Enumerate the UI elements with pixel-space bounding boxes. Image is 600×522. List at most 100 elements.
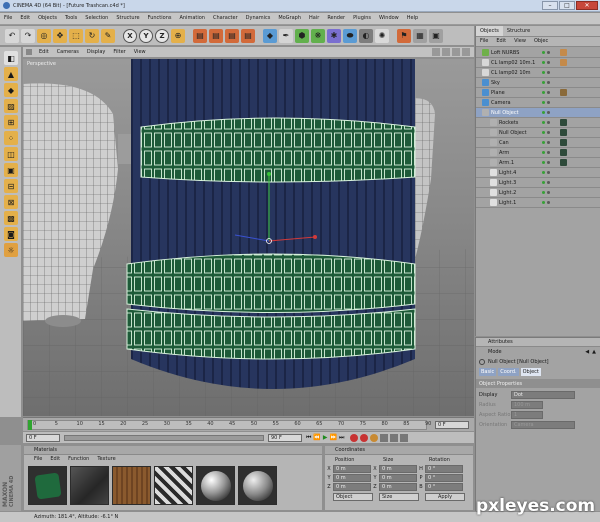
tab-objects[interactable]: Objects — [476, 26, 503, 36]
prop-radius-field[interactable]: 100 m — [511, 401, 543, 409]
material-swatch-dark-metal[interactable] — [70, 466, 109, 505]
pen-spline-icon[interactable]: ✒ — [279, 28, 293, 43]
material-swatch-silver-sphere[interactable] — [238, 466, 277, 505]
keyframe-selection-icon[interactable] — [370, 433, 379, 442]
render-settings-icon[interactable]: ▤ — [225, 28, 239, 43]
start-frame-field[interactable]: 0 F — [26, 433, 60, 442]
material-tag-icon[interactable] — [560, 199, 567, 206]
material-tag-icon[interactable] — [560, 169, 567, 176]
object-list-item[interactable]: Can — [476, 138, 600, 148]
visibility-toggles[interactable] — [542, 51, 550, 54]
material-tag-icon[interactable] — [560, 79, 567, 86]
polygons-tool-icon[interactable]: ▣ — [4, 163, 18, 177]
material-tag-icon[interactable] — [560, 189, 567, 196]
visibility-toggles[interactable] — [542, 111, 550, 114]
menu-plugins[interactable]: Plugins — [349, 13, 375, 24]
menu-structure[interactable]: Structure — [112, 13, 143, 24]
object-tool-icon[interactable]: ◆ — [4, 83, 18, 97]
light-icon[interactable]: ✺ — [375, 28, 389, 43]
material-tag-icon[interactable] — [560, 129, 567, 136]
materials-menu-function[interactable]: Function — [64, 455, 93, 464]
prev-key-icon[interactable]: ⏪ — [313, 434, 320, 441]
y-axis-lock-button[interactable]: Y — [139, 28, 153, 43]
viewport-move-icon[interactable] — [432, 48, 440, 56]
workplane-icon[interactable]: ▦ — [413, 28, 427, 43]
material-tag-icon[interactable] — [560, 179, 567, 186]
object-list-item[interactable]: CL lamp02 10m.1 — [476, 58, 600, 68]
material-tag-icon[interactable] — [560, 89, 567, 96]
object-list-item[interactable]: Camera — [476, 98, 600, 108]
array-icon[interactable]: ❋ — [311, 28, 325, 43]
menu-functions[interactable]: Functions — [144, 13, 176, 24]
range-slider[interactable] — [64, 434, 264, 441]
viewport-zoom-icon[interactable] — [442, 48, 450, 56]
menu-help[interactable]: Help — [403, 13, 422, 24]
undo-icon[interactable]: ↶ — [5, 28, 19, 43]
coord-size-y-field[interactable]: 0 m — [379, 473, 417, 482]
visibility-toggles[interactable] — [542, 151, 550, 154]
goto-start-icon[interactable]: ⏮ — [306, 434, 311, 442]
visibility-toggles[interactable] — [542, 71, 550, 74]
prop-orientation-select[interactable]: Camera — [511, 421, 575, 429]
visibility-toggles[interactable] — [542, 181, 550, 184]
position-key-icon[interactable] — [380, 433, 389, 442]
visibility-toggles[interactable] — [542, 201, 550, 204]
coord-rot-p-field[interactable]: 0 ° — [425, 473, 463, 482]
object-list-item[interactable]: Rockets — [476, 118, 600, 128]
attr-tab-coord[interactable]: Coord. — [498, 368, 519, 376]
material-tag-icon[interactable] — [560, 69, 567, 76]
material-swatch-green[interactable] — [28, 466, 67, 505]
attributes-lock-icon[interactable]: ▲ — [592, 349, 596, 355]
edit-render-settings-icon[interactable]: ▤ — [241, 28, 255, 43]
scene-object-icon[interactable]: ⬬ — [343, 28, 357, 43]
attr-tab-object[interactable]: Object — [520, 368, 541, 376]
end-frame-field[interactable]: 90 F — [268, 433, 302, 442]
object-list-item[interactable]: Null Object — [476, 108, 600, 118]
attributes-mode-menu[interactable]: Mode — [488, 349, 502, 355]
object-list-item[interactable]: Light.1 — [476, 198, 600, 208]
coord-size-x-field[interactable]: 0 m — [379, 464, 417, 473]
minimize-button[interactable]: – — [542, 1, 558, 10]
viewport-menu-filter[interactable]: Filter — [109, 47, 129, 58]
model-tool-icon[interactable]: ▲ — [4, 67, 18, 81]
deformer-icon[interactable]: ✱ — [327, 28, 341, 43]
coord-pos-y-field[interactable]: 0 m — [333, 473, 371, 482]
menu-animation[interactable]: Animation — [175, 13, 209, 24]
coord-apply-button[interactable]: Apply — [425, 492, 465, 501]
scale-icon[interactable]: ⬚ — [69, 28, 83, 43]
object-list-item[interactable]: Light.2 — [476, 188, 600, 198]
material-swatch-stripes[interactable] — [154, 466, 193, 505]
menu-mograph[interactable]: MoGraph — [274, 13, 305, 24]
materials-menu-edit[interactable]: Edit — [46, 455, 64, 464]
coord-pos-x-field[interactable]: 0 m — [333, 464, 371, 473]
viewport-menu-display[interactable]: Display — [83, 47, 109, 58]
menu-objects[interactable]: Objects — [34, 13, 61, 24]
animation-mode-icon[interactable]: ◙ — [4, 227, 18, 241]
om-menu-objects[interactable]: Objec — [530, 37, 552, 46]
next-key-icon[interactable]: ⏩ — [330, 434, 337, 441]
rotate-icon[interactable]: ↻ — [85, 28, 99, 43]
menu-tools[interactable]: Tools — [61, 13, 81, 24]
coord-size-z-field[interactable]: 0 m — [379, 482, 417, 491]
material-tag-icon[interactable] — [560, 99, 567, 106]
checkerboard-icon[interactable]: ▩ — [4, 211, 18, 225]
materials-menu-texture[interactable]: Texture — [93, 455, 119, 464]
tab-structure[interactable]: Structure — [503, 26, 534, 36]
menu-dynamics[interactable]: Dynamics — [242, 13, 275, 24]
object-list-item[interactable]: Light.4 — [476, 168, 600, 178]
material-tag-icon[interactable] — [560, 109, 567, 116]
object-list-item[interactable]: CL lamp02 10m — [476, 68, 600, 78]
menu-character[interactable]: Character — [209, 13, 242, 24]
om-menu-file[interactable]: File — [476, 37, 492, 46]
close-button[interactable]: ✕ — [576, 1, 598, 10]
current-frame-field[interactable]: 0 F — [435, 421, 469, 429]
material-swatch-chrome-sphere[interactable] — [196, 466, 235, 505]
play-icon[interactable]: ▶ — [323, 434, 328, 441]
viewport-menu-edit[interactable]: Edit — [35, 47, 53, 58]
recent-tool-icon[interactable]: ✎ — [101, 28, 115, 43]
scale-key-icon[interactable] — [390, 433, 399, 442]
viewport-layout-icon[interactable] — [462, 48, 470, 56]
live-select-icon[interactable]: ◎ — [37, 28, 51, 43]
menu-edit[interactable]: Edit — [16, 13, 34, 24]
visibility-toggles[interactable] — [542, 81, 550, 84]
